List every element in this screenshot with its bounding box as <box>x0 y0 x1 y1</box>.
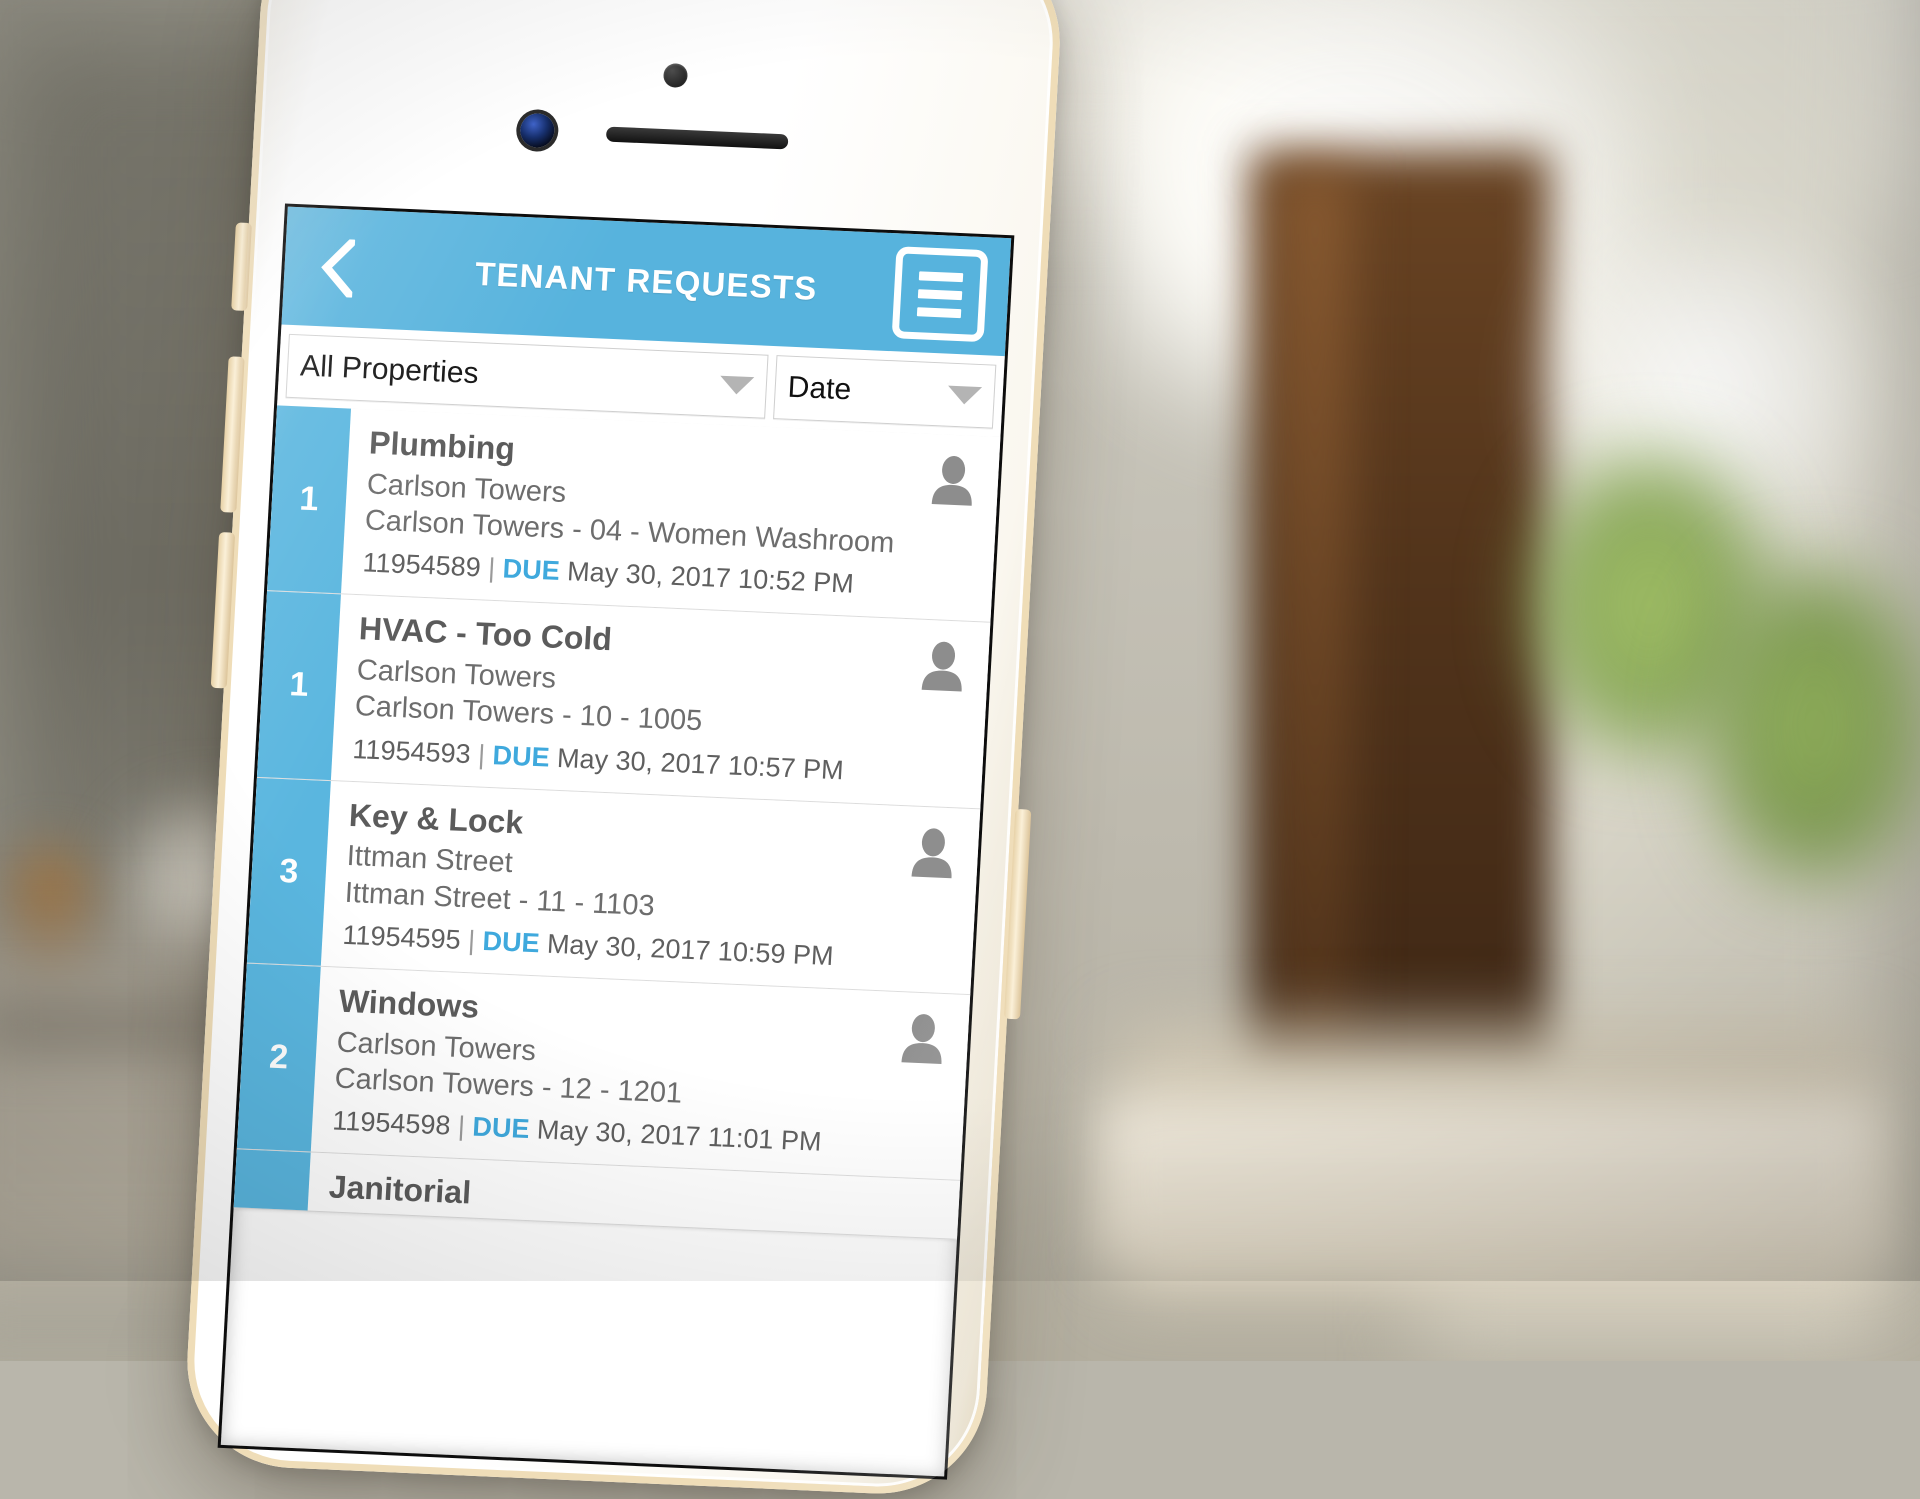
person-avatar-icon <box>929 454 978 508</box>
tenant-request-list[interactable]: 1 Plumbing Carlson Towers Carlson Towers… <box>233 405 1001 1240</box>
request-details: Key & Lock Ittman Street Ittman Street -… <box>321 781 980 994</box>
person-avatar-icon <box>908 826 957 880</box>
person-avatar-icon <box>919 640 968 694</box>
table-row[interactable]: 2 Windows Carlson Towers Carlson Towers … <box>236 963 971 1181</box>
request-id: 11954598 <box>331 1105 452 1141</box>
due-label: DUE <box>491 739 551 773</box>
priority-badge <box>233 1149 311 1211</box>
request-title: Janitorial <box>327 1168 473 1211</box>
meta-separator: | <box>477 739 486 770</box>
chevron-left-icon <box>318 238 356 298</box>
caret-down-icon <box>947 385 983 406</box>
person-avatar-icon <box>898 1012 947 1066</box>
table-row[interactable]: 3 Key & Lock Ittman Street Ittman Street… <box>246 777 981 995</box>
background-door-highlight <box>1280 170 1350 1070</box>
menu-bar-3 <box>916 306 962 318</box>
request-details: Windows Carlson Towers Carlson Towers - … <box>311 967 970 1180</box>
smartphone: TENANT REQUESTS All Properties Date 1 Pl… <box>181 0 1066 1499</box>
background-foliage-right <box>1700 560 1920 890</box>
request-details: HVAC - Too Cold Carlson Towers Carlson T… <box>331 595 990 808</box>
priority-badge: 1 <box>267 405 352 594</box>
request-id: 11954595 <box>341 919 462 955</box>
due-date: May 30, 2017 10:59 PM <box>546 928 835 971</box>
hamburger-menu-icon[interactable] <box>891 246 989 343</box>
meta-separator: | <box>467 925 476 956</box>
property-filter-value: All Properties <box>299 349 480 391</box>
due-label: DUE <box>471 1111 531 1145</box>
table-row[interactable]: 1 Plumbing Carlson Towers Carlson Towers… <box>267 405 1001 623</box>
request-details: Plumbing Carlson Towers Carlson Towers -… <box>341 409 1000 622</box>
due-date: May 30, 2017 11:01 PM <box>536 1114 823 1157</box>
due-date: May 30, 2017 10:52 PM <box>566 556 855 599</box>
meta-separator: | <box>457 1111 466 1142</box>
table-row[interactable]: 1 HVAC - Too Cold Carlson Towers Carlson… <box>256 591 991 809</box>
priority-badge: 2 <box>236 963 321 1152</box>
phone-screen: TENANT REQUESTS All Properties Date 1 Pl… <box>220 206 1012 1477</box>
due-label: DUE <box>481 925 541 959</box>
due-date: May 30, 2017 10:57 PM <box>556 742 845 785</box>
priority-badge: 1 <box>256 591 341 780</box>
menu-bar-1 <box>918 270 964 282</box>
property-filter-dropdown[interactable]: All Properties <box>285 333 769 419</box>
sort-filter-value: Date <box>786 370 853 407</box>
back-button[interactable] <box>307 232 367 304</box>
meta-separator: | <box>487 553 497 584</box>
background-counter <box>1100 1100 1880 1260</box>
request-id: 11954593 <box>351 733 472 769</box>
menu-bar-2 <box>917 288 963 300</box>
priority-badge: 3 <box>246 777 331 966</box>
sort-filter-dropdown[interactable]: Date <box>773 355 997 429</box>
request-id: 11954589 <box>361 547 482 583</box>
caret-down-icon <box>719 375 755 396</box>
due-label: DUE <box>501 553 561 587</box>
